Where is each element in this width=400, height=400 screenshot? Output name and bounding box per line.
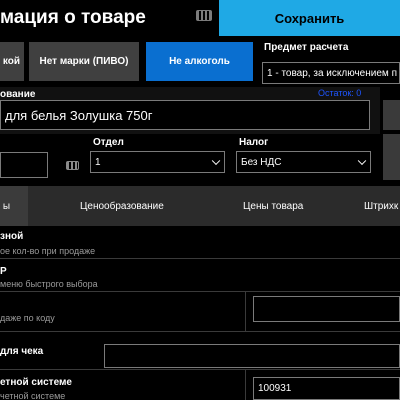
marking-button-no-mark-beer[interactable]: Нет марки (ПИВО) (29, 42, 139, 81)
department-label: Отдел (93, 137, 124, 148)
keyboard-icon[interactable] (196, 10, 212, 21)
tab-pricing[interactable]: Ценообразование (80, 186, 164, 226)
setting-title: для чека (0, 346, 44, 357)
chevron-down-icon (357, 156, 367, 166)
tax-label: Налог (239, 137, 269, 148)
name-value: для белья Золушка 750г (5, 107, 153, 123)
setting-subtitle: четной системе (0, 391, 66, 400)
department-select[interactable]: 1 (90, 151, 225, 173)
payment-subject-value: 1 - товар, за исключением п (267, 67, 397, 79)
name-label: ование (0, 89, 36, 100)
by-code-input[interactable] (253, 296, 400, 322)
tab-bar: ы Ценообразование Цены товара Штрихк (0, 186, 400, 226)
divider (245, 370, 246, 400)
tax-value: Без НДС (241, 156, 282, 168)
setting-title: зной (0, 231, 24, 242)
setting-row-quick[interactable]: Р меню быстрого выбора (0, 259, 400, 292)
department-value: 1 (95, 156, 101, 168)
divider (245, 292, 246, 332)
setting-subtitle: меню быстрого выбора (0, 279, 98, 289)
payment-subject-select[interactable]: 1 - товар, за исключением п (262, 62, 400, 84)
setting-row-weight[interactable]: зной ое кол-во при продаже (0, 226, 400, 259)
accounting-id-input[interactable]: 100931 (253, 377, 400, 400)
receipt-name-input[interactable] (104, 344, 400, 368)
setting-title: Р (0, 266, 7, 277)
marking-button-0[interactable]: кой (0, 42, 24, 81)
side-panel-edge (383, 100, 400, 130)
chevron-down-icon (211, 156, 221, 166)
setting-title: етной системе (0, 377, 72, 388)
payment-subject-label: Предмет расчета (264, 42, 349, 53)
setting-subtitle: даже по коду (0, 313, 55, 323)
name-input[interactable]: для белья Золушка 750г (0, 100, 370, 130)
tab-barcodes[interactable]: Штрихк (364, 186, 398, 226)
remain-text: Остаток: 0 (318, 88, 362, 98)
page-title: мация о товаре (0, 7, 146, 28)
marking-button-not-alcohol[interactable]: Не алкоголь (146, 42, 253, 81)
tax-select[interactable]: Без НДС (236, 151, 371, 173)
price-input[interactable] (0, 152, 48, 178)
setting-subtitle: ое кол-во при продаже (0, 246, 96, 256)
tab-item-prices[interactable]: Цены товара (243, 186, 303, 226)
keyboard-icon[interactable] (66, 161, 79, 170)
save-button[interactable]: Сохранить (219, 0, 400, 36)
tab-main[interactable]: ы (0, 186, 28, 226)
accounting-id-value: 100931 (258, 383, 292, 394)
side-panel-edge (383, 134, 400, 180)
